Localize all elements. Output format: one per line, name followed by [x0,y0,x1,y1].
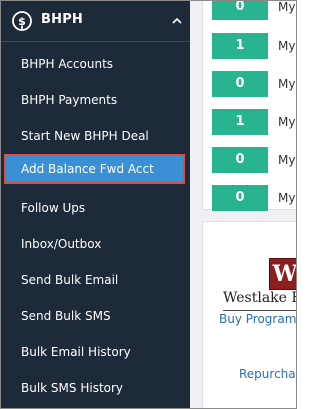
stat-label: My [278,39,296,53]
sidebar: $ BHPH BHPH Accounts BHPH Payments Start… [1,1,190,408]
stat-label: My A [278,0,296,14]
westlake-logo: W [269,258,297,290]
sidebar-item-label: BHPH Accounts [21,57,114,71]
sidebar-item-label: Inbox/Outbox [21,237,102,251]
stat-count-badge[interactable]: 1 [212,109,268,135]
sidebar-item-add-balance-fwd-acct[interactable]: Add Balance Fwd Acct [1,154,190,190]
stats-card: 0 My A 1 My 0 My 1 My 0 My 0 My A [202,0,296,211]
stat-count-badge[interactable]: 0 [212,147,268,173]
westlake-card: W Westlake Fi Buy Program Repurchas [202,221,297,408]
sidebar-item-bulk-email-history[interactable]: Bulk Email History [1,334,190,370]
stat-label: My [278,77,296,91]
sidebar-item-bulk-sms-history[interactable]: Bulk SMS History [1,370,190,406]
sidebar-item-label: Send Bulk Email [21,273,119,287]
stat-label: My A [278,191,296,205]
sidebar-item-bhph-accounts[interactable]: BHPH Accounts [1,46,190,82]
sidebar-header[interactable]: $ BHPH [1,1,190,42]
logo-letter: W [272,261,297,287]
stat-label: My [278,153,296,167]
sidebar-menu: BHPH Accounts BHPH Payments Start New BH… [1,46,190,406]
sidebar-title: BHPH [41,12,83,27]
main-content: 0 My A 1 My 0 My 1 My 0 My 0 My A W West… [190,1,296,408]
sidebar-item-bhph-payments[interactable]: BHPH Payments [1,82,190,118]
chevron-up-icon[interactable] [172,16,182,26]
buy-program-link[interactable]: Buy Program [219,312,296,326]
sidebar-item-label: Add Balance Fwd Acct [21,162,154,176]
app-window: $ BHPH BHPH Accounts BHPH Payments Start… [0,0,297,409]
stat-count-badge[interactable]: 1 [212,33,268,59]
stat-count-badge[interactable]: 0 [212,71,268,97]
sidebar-item-label: Bulk Email History [21,345,131,359]
svg-text:$: $ [18,15,26,28]
sidebar-item-label: BHPH Payments [21,93,118,107]
sidebar-item-label: Start New BHPH Deal [21,129,149,143]
dollar-circle-icon: $ [12,11,32,31]
sidebar-item-send-bulk-email[interactable]: Send Bulk Email [1,262,190,298]
sidebar-item-start-new-bhph-deal[interactable]: Start New BHPH Deal [1,118,190,154]
repurchase-link[interactable]: Repurchas [239,367,296,381]
sidebar-item-label: Bulk SMS History [21,381,124,395]
sidebar-item-send-bulk-sms[interactable]: Send Bulk SMS [1,298,190,334]
divider [223,310,296,311]
stat-count-badge[interactable]: 0 [212,185,268,211]
sidebar-item-label: Send Bulk SMS [21,309,111,323]
stat-count-badge[interactable]: 0 [212,1,268,20]
westlake-brand-text: Westlake Fi [223,290,296,306]
sidebar-item-inbox-outbox[interactable]: Inbox/Outbox [1,226,190,262]
stat-label: My [278,115,296,129]
sidebar-item-label: Follow Ups [21,201,86,215]
sidebar-item-follow-ups[interactable]: Follow Ups [1,190,190,226]
